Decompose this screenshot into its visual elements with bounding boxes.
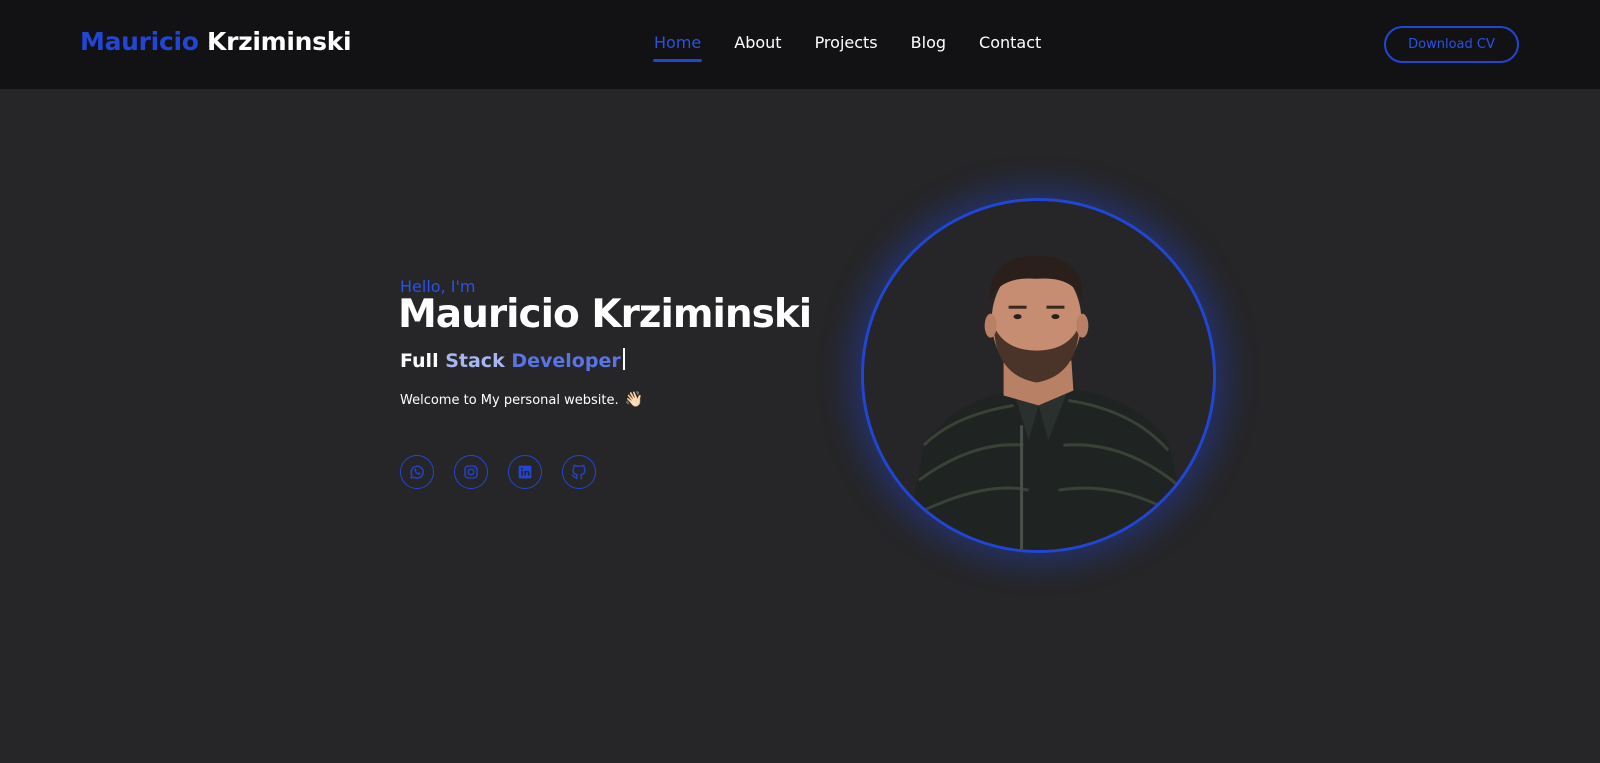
instagram-link[interactable]	[454, 455, 488, 489]
nav-blog[interactable]: Blog	[911, 33, 946, 52]
nav-projects[interactable]: Projects	[815, 33, 878, 52]
role-word-3: Developer	[511, 350, 621, 372]
welcome-message: Welcome to My personal website.	[400, 393, 619, 408]
role-word-2: Stack	[445, 350, 505, 372]
site-header: Mauricio Krziminski Home About Projects …	[0, 0, 1600, 89]
wave-emoji: 👋🏻	[624, 390, 644, 408]
profile-photo-illustration	[864, 201, 1213, 550]
site-logo[interactable]: Mauricio Krziminski	[80, 27, 352, 56]
github-icon	[571, 464, 586, 480]
github-link[interactable]	[562, 455, 596, 489]
nav-home[interactable]: Home	[652, 33, 703, 62]
nav-contact[interactable]: Contact	[979, 33, 1041, 52]
whatsapp-link[interactable]	[400, 455, 434, 489]
main-nav: Home About Projects Blog Contact	[652, 33, 1074, 62]
social-links	[400, 455, 616, 489]
hero-name: Mauricio Krziminski	[398, 292, 812, 337]
logo-first-name: Mauricio	[80, 27, 199, 56]
hero-role: Full Stack Developer	[400, 348, 625, 372]
profile-photo	[861, 198, 1216, 553]
whatsapp-icon	[410, 465, 424, 479]
logo-last-name: Krziminski	[207, 27, 352, 56]
download-cv-button[interactable]: Download CV	[1384, 26, 1519, 63]
instagram-icon	[464, 465, 478, 479]
nav-about[interactable]: About	[734, 33, 781, 52]
role-word-1: Full	[400, 350, 439, 372]
welcome-text: Welcome to My personal website. 👋🏻	[400, 390, 643, 408]
linkedin-link[interactable]	[508, 455, 542, 489]
typing-caret	[622, 348, 625, 370]
linkedin-icon	[518, 465, 532, 479]
